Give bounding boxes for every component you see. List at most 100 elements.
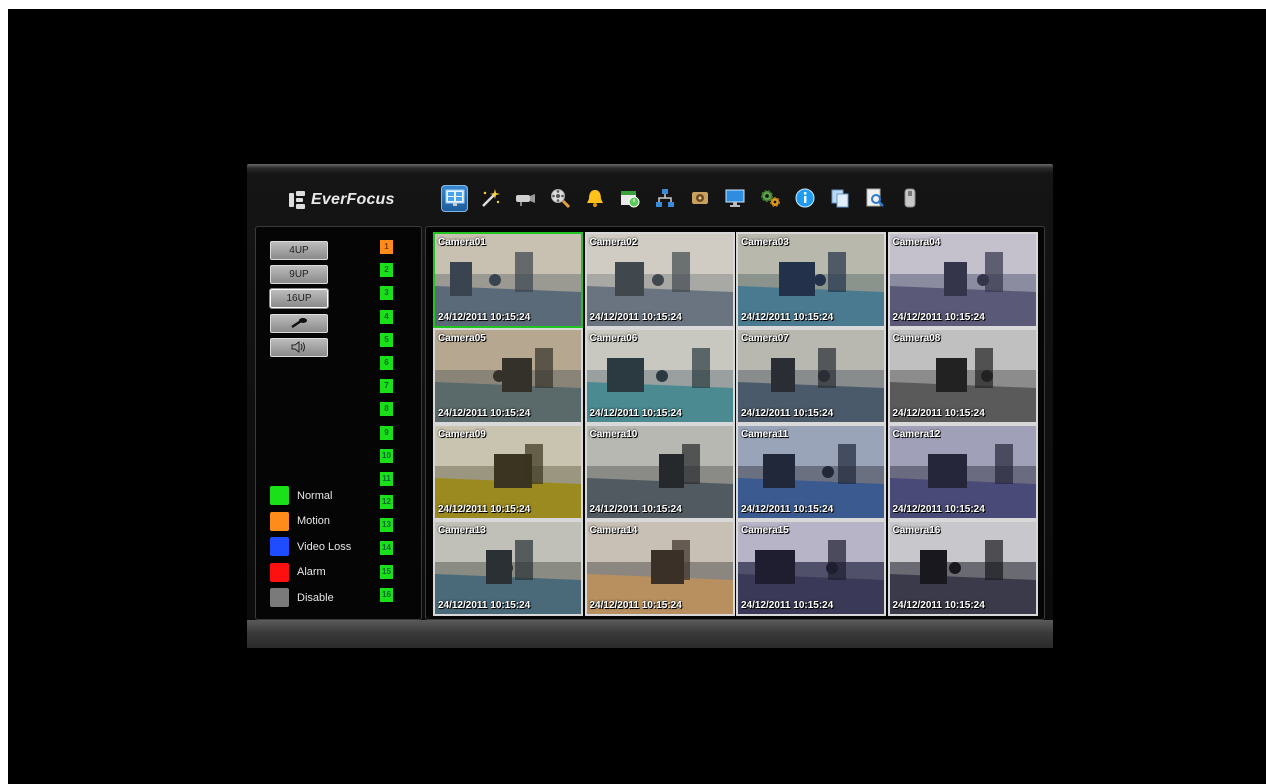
camera-tile[interactable]: Camera06 24/12/2011 10:15:24 bbox=[584, 328, 735, 424]
camera-name: Camera11 bbox=[741, 429, 789, 440]
camera-timestamp: 24/12/2011 10:15:24 bbox=[438, 408, 531, 419]
camera-name: Camera02 bbox=[589, 237, 638, 248]
legend-video-loss: Video Loss bbox=[270, 534, 351, 560]
camera-icon[interactable] bbox=[511, 185, 538, 212]
copy-icon[interactable] bbox=[826, 185, 853, 212]
camera-name: Camera05 bbox=[438, 333, 486, 344]
dvr-window: EverFocus 4UP 9UP 16UP 1 2 3 4 5 6 7 8 9… bbox=[247, 164, 1053, 648]
camera-name: Camera08 bbox=[892, 333, 941, 344]
channel-9-status[interactable]: 9 bbox=[380, 425, 393, 440]
legend-disable: Disable bbox=[270, 585, 351, 611]
camera-timestamp: 24/12/2011 10:15:24 bbox=[438, 504, 531, 515]
camera-tile[interactable]: Camera13 24/12/2011 10:15:24 bbox=[433, 520, 583, 616]
network-icon[interactable] bbox=[651, 185, 678, 212]
legend-swatch bbox=[270, 486, 289, 506]
legend-alarm: Alarm bbox=[270, 560, 351, 586]
camera-tile[interactable]: Camera16 24/12/2011 10:15:24 bbox=[887, 520, 1038, 616]
record-icon[interactable] bbox=[686, 185, 713, 212]
gears-icon[interactable] bbox=[756, 185, 783, 212]
camera-timestamp: 24/12/2011 10:15:24 bbox=[741, 312, 834, 323]
channel-16-status[interactable]: 16 bbox=[380, 587, 393, 602]
camera-tile[interactable]: Camera01 24/12/2011 10:15:24 bbox=[433, 232, 583, 328]
channel-14-status[interactable]: 14 bbox=[380, 541, 393, 556]
legend-swatch bbox=[270, 511, 289, 531]
channel-3-status[interactable]: 3 bbox=[380, 286, 393, 301]
camera-grid: Camera01 24/12/2011 10:15:24 Camera02 24/12… bbox=[425, 226, 1045, 620]
main-toolbar bbox=[441, 182, 923, 214]
camera-timestamp: 24/12/2011 10:15:24 bbox=[892, 408, 985, 419]
microphone-button[interactable] bbox=[270, 314, 328, 333]
channel-1-status[interactable]: 1 bbox=[380, 240, 393, 254]
camera-name: Camera06 bbox=[589, 333, 638, 344]
layout-4up-button[interactable]: 4UP bbox=[270, 241, 328, 260]
document-search-icon[interactable] bbox=[861, 185, 888, 212]
legend-label: Disable bbox=[297, 591, 334, 604]
channel-7-status[interactable]: 7 bbox=[380, 379, 393, 394]
layout-9up-button[interactable]: 9UP bbox=[270, 265, 328, 284]
screen-background: EverFocus 4UP 9UP 16UP 1 2 3 4 5 6 7 8 9… bbox=[8, 9, 1266, 784]
camera-tile[interactable]: Camera10 24/12/2011 10:15:24 bbox=[584, 424, 735, 520]
channel-10-status[interactable]: 10 bbox=[380, 448, 393, 463]
camera-name: Camera15 bbox=[741, 525, 789, 536]
display-icon[interactable] bbox=[721, 185, 748, 212]
channel-12-status[interactable]: 12 bbox=[380, 495, 393, 510]
camera-tile[interactable]: Camera08 24/12/2011 10:15:24 bbox=[887, 328, 1038, 424]
channel-4-status[interactable]: 4 bbox=[380, 309, 393, 324]
camera-timestamp: 24/12/2011 10:15:24 bbox=[438, 312, 531, 323]
channel-6-status[interactable]: 6 bbox=[380, 355, 393, 370]
camera-timestamp: 24/12/2011 10:15:24 bbox=[892, 600, 985, 611]
channel-8-status[interactable]: 8 bbox=[380, 402, 393, 417]
legend-normal: Normal bbox=[270, 483, 351, 509]
legend-motion: Motion bbox=[270, 509, 351, 535]
speaker-icon bbox=[291, 341, 305, 353]
camera-tile[interactable]: Camera15 24/12/2011 10:15:24 bbox=[736, 520, 886, 616]
calendar-clock-icon[interactable] bbox=[616, 185, 643, 212]
hard-drive-icon[interactable] bbox=[896, 185, 923, 212]
status-legend: Normal Motion Video Loss Alarm Disable bbox=[270, 483, 351, 611]
camera-timestamp: 24/12/2011 10:15:24 bbox=[589, 408, 682, 419]
channel-2-status[interactable]: 2 bbox=[380, 263, 393, 278]
monitor-icon[interactable] bbox=[441, 184, 468, 212]
camera-tile[interactable]: Camera03 24/12/2011 10:15:24 bbox=[736, 232, 886, 328]
bell-icon[interactable] bbox=[581, 185, 608, 212]
camera-name: Camera04 bbox=[892, 237, 941, 248]
camera-tile[interactable]: Camera04 24/12/2011 10:15:24 bbox=[887, 232, 1038, 328]
everfocus-logo-icon bbox=[289, 191, 305, 209]
layout-16up-button[interactable]: 16UP bbox=[270, 289, 328, 308]
camera-timestamp: 24/12/2011 10:15:24 bbox=[892, 504, 985, 515]
legend-label: Alarm bbox=[297, 566, 326, 579]
legend-label: Video Loss bbox=[297, 540, 352, 553]
camera-timestamp: 24/12/2011 10:15:24 bbox=[589, 600, 682, 611]
camera-tile[interactable]: Camera02 24/12/2011 10:15:24 bbox=[584, 232, 735, 328]
camera-tile[interactable]: Camera09 24/12/2011 10:15:24 bbox=[433, 424, 583, 520]
camera-timestamp: 24/12/2011 10:15:24 bbox=[741, 408, 834, 419]
camera-tile[interactable]: Camera05 24/12/2011 10:15:24 bbox=[433, 328, 583, 424]
camera-name: Camera16 bbox=[892, 525, 941, 536]
channel-11-status[interactable]: 11 bbox=[380, 471, 393, 486]
camera-timestamp: 24/12/2011 10:15:24 bbox=[741, 600, 834, 611]
legend-label: Normal bbox=[297, 489, 333, 502]
brand-name: EverFocus bbox=[311, 191, 395, 208]
channel-15-status[interactable]: 15 bbox=[380, 564, 393, 579]
camera-timestamp: 24/12/2011 10:15:24 bbox=[741, 504, 834, 515]
camera-name: Camera09 bbox=[438, 429, 486, 440]
camera-name: Camera12 bbox=[892, 429, 941, 440]
microphone-icon bbox=[291, 318, 307, 329]
camera-tile[interactable]: Camera11 24/12/2011 10:15:24 bbox=[736, 424, 886, 520]
camera-name: Camera13 bbox=[438, 525, 486, 536]
legend-swatch bbox=[270, 588, 289, 608]
magic-wand-icon[interactable] bbox=[476, 185, 503, 212]
speaker-button[interactable] bbox=[270, 338, 328, 357]
film-search-icon[interactable] bbox=[546, 185, 573, 212]
camera-name: Camera10 bbox=[589, 429, 638, 440]
camera-tile[interactable]: Camera14 24/12/2011 10:15:24 bbox=[584, 520, 735, 616]
camera-timestamp: 24/12/2011 10:15:24 bbox=[892, 312, 985, 323]
channel-13-status[interactable]: 13 bbox=[380, 518, 393, 533]
camera-timestamp: 24/12/2011 10:15:24 bbox=[589, 312, 682, 323]
camera-name: Camera01 bbox=[438, 237, 486, 248]
legend-swatch bbox=[270, 562, 289, 582]
channel-5-status[interactable]: 5 bbox=[380, 332, 393, 347]
camera-tile[interactable]: Camera07 24/12/2011 10:15:24 bbox=[736, 328, 886, 424]
camera-tile[interactable]: Camera12 24/12/2011 10:15:24 bbox=[887, 424, 1038, 520]
info-icon[interactable] bbox=[791, 185, 818, 212]
